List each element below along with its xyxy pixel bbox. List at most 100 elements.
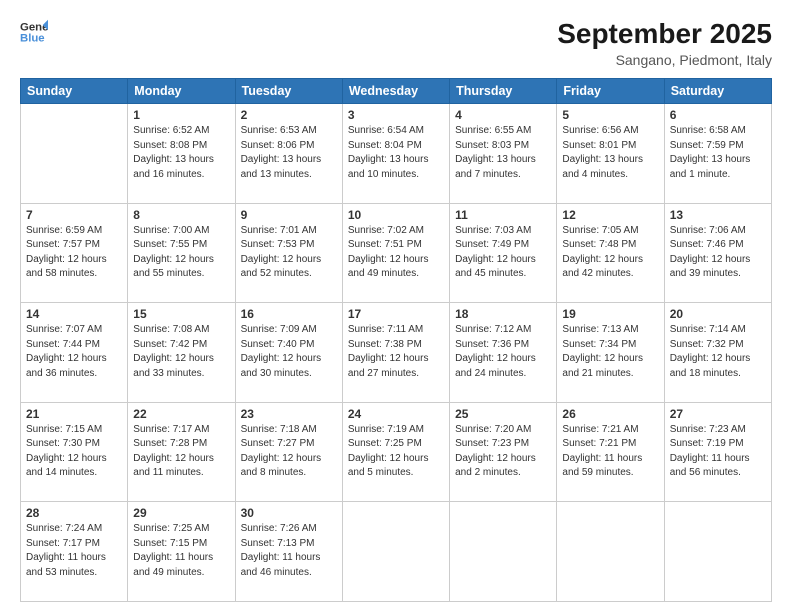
day-number: 4 xyxy=(455,108,551,122)
day-number: 28 xyxy=(26,506,122,520)
daylight-hours: Sunrise: 6:55 AM Sunset: 8:03 PM Dayligh… xyxy=(455,124,551,182)
table-row: 13 Sunrise: 7:06 AM Sunset: 7:46 PM Dayli… xyxy=(664,203,771,303)
page: General Blue September 2025 Sangano, Pie… xyxy=(0,0,792,612)
table-row: 1 Sunrise: 6:52 AM Sunset: 8:08 PM Daylig… xyxy=(128,104,235,204)
title-block: September 2025 Sangano, Piedmont, Italy xyxy=(557,18,772,68)
table-row xyxy=(557,502,664,602)
table-row xyxy=(342,502,449,602)
table-row: 11 Sunrise: 7:03 AM Sunset: 7:49 PM Dayli… xyxy=(450,203,557,303)
daylight-hours: Sunrise: 6:52 AM Sunset: 8:08 PM Dayligh… xyxy=(133,124,229,182)
table-row: 2 Sunrise: 6:53 AM Sunset: 8:06 PM Daylig… xyxy=(235,104,342,204)
table-row: 20 Sunrise: 7:14 AM Sunset: 7:32 PM Dayli… xyxy=(664,303,771,403)
table-row: 21 Sunrise: 7:15 AM Sunset: 7:30 PM Dayli… xyxy=(21,402,128,502)
table-row: 15 Sunrise: 7:08 AM Sunset: 7:42 PM Dayli… xyxy=(128,303,235,403)
table-row: 30 Sunrise: 7:26 AM Sunset: 7:13 PM Dayli… xyxy=(235,502,342,602)
table-row: 5 Sunrise: 6:56 AM Sunset: 8:01 PM Daylig… xyxy=(557,104,664,204)
day-number: 3 xyxy=(348,108,444,122)
day-number: 26 xyxy=(562,407,658,421)
table-row: 10Sunrise: 7:02 AM Sunset: 7:51 PM Dayli… xyxy=(342,203,449,303)
table-row: 17Sunrise: 7:11 AM Sunset: 7:38 PM Dayli… xyxy=(342,303,449,403)
main-title: September 2025 xyxy=(557,18,772,50)
day-number: 24 xyxy=(348,407,444,421)
day-number: 13 xyxy=(670,208,766,222)
calendar-week-row: 21 Sunrise: 7:15 AM Sunset: 7:30 PM Dayli… xyxy=(21,402,772,502)
table-row: 18 Sunrise: 7:12 AM Sunset: 7:36 PM Dayli… xyxy=(450,303,557,403)
daylight-hours: Sunrise: 7:20 AM Sunset: 7:23 PM Dayligh… xyxy=(455,423,551,481)
daylight-hours: Sunrise: 7:01 AM Sunset: 7:53 PM Dayligh… xyxy=(241,224,337,282)
daylight-hours: Sunrise: 7:00 AM Sunset: 7:55 PM Dayligh… xyxy=(133,224,229,282)
day-number: 10 xyxy=(348,208,444,222)
table-row: 12 Sunrise: 7:05 AM Sunset: 7:48 PM Dayli… xyxy=(557,203,664,303)
table-row: 16Sunrise: 7:09 AM Sunset: 7:40 PM Dayli… xyxy=(235,303,342,403)
day-number: 7 xyxy=(26,208,122,222)
table-row: 27Sunrise: 7:23 AM Sunset: 7:19 PM Dayli… xyxy=(664,402,771,502)
table-row: 19Sunrise: 7:13 AM Sunset: 7:34 PM Dayli… xyxy=(557,303,664,403)
day-number: 22 xyxy=(133,407,229,421)
table-row: 24 Sunrise: 7:19 AM Sunset: 7:25 PM Dayli… xyxy=(342,402,449,502)
calendar-week-row: 7 Sunrise: 6:59 AM Sunset: 7:57 PM Daylig… xyxy=(21,203,772,303)
day-number: 30 xyxy=(241,506,337,520)
daylight-hours: Sunrise: 7:03 AM Sunset: 7:49 PM Dayligh… xyxy=(455,224,551,282)
col-monday: Monday xyxy=(128,79,235,104)
day-number: 11 xyxy=(455,208,551,222)
day-number: 25 xyxy=(455,407,551,421)
table-row: 8 Sunrise: 7:00 AM Sunset: 7:55 PM Daylig… xyxy=(128,203,235,303)
day-number: 15 xyxy=(133,307,229,321)
table-row: 14Sunrise: 7:07 AM Sunset: 7:44 PM Dayli… xyxy=(21,303,128,403)
day-number: 23 xyxy=(241,407,337,421)
svg-text:General: General xyxy=(20,21,48,33)
table-row: 9Sunrise: 7:01 AM Sunset: 7:53 PM Daylig… xyxy=(235,203,342,303)
daylight-hours: Sunrise: 6:56 AM Sunset: 8:01 PM Dayligh… xyxy=(562,124,658,182)
daylight-hours: Sunrise: 7:19 AM Sunset: 7:25 PM Dayligh… xyxy=(348,423,444,481)
table-row: 26Sunrise: 7:21 AM Sunset: 7:21 PM Dayli… xyxy=(557,402,664,502)
calendar-week-row: 14Sunrise: 7:07 AM Sunset: 7:44 PM Dayli… xyxy=(21,303,772,403)
calendar-week-row: 1 Sunrise: 6:52 AM Sunset: 8:08 PM Daylig… xyxy=(21,104,772,204)
daylight-hours: Sunrise: 7:05 AM Sunset: 7:48 PM Dayligh… xyxy=(562,224,658,282)
calendar-header-row: Sunday Monday Tuesday Wednesday Thursday… xyxy=(21,79,772,104)
daylight-hours: Sunrise: 6:58 AM Sunset: 7:59 PM Dayligh… xyxy=(670,124,766,182)
daylight-hours: Sunrise: 7:14 AM Sunset: 7:32 PM Dayligh… xyxy=(670,323,766,381)
day-number: 12 xyxy=(562,208,658,222)
daylight-hours: Sunrise: 6:59 AM Sunset: 7:57 PM Dayligh… xyxy=(26,224,122,282)
daylight-hours: Sunrise: 7:12 AM Sunset: 7:36 PM Dayligh… xyxy=(455,323,551,381)
daylight-hours: Sunrise: 7:23 AM Sunset: 7:19 PM Dayligh… xyxy=(670,423,766,481)
table-row: 4 Sunrise: 6:55 AM Sunset: 8:03 PM Daylig… xyxy=(450,104,557,204)
table-row: 6 Sunrise: 6:58 AM Sunset: 7:59 PM Daylig… xyxy=(664,104,771,204)
day-number: 21 xyxy=(26,407,122,421)
col-saturday: Saturday xyxy=(664,79,771,104)
logo: General Blue xyxy=(20,18,48,46)
day-number: 20 xyxy=(670,307,766,321)
daylight-hours: Sunrise: 6:53 AM Sunset: 8:06 PM Dayligh… xyxy=(241,124,337,182)
daylight-hours: Sunrise: 7:26 AM Sunset: 7:13 PM Dayligh… xyxy=(241,522,337,580)
daylight-hours: Sunrise: 7:17 AM Sunset: 7:28 PM Dayligh… xyxy=(133,423,229,481)
svg-text:Blue: Blue xyxy=(20,33,45,45)
day-number: 8 xyxy=(133,208,229,222)
col-sunday: Sunday xyxy=(21,79,128,104)
daylight-hours: Sunrise: 7:06 AM Sunset: 7:46 PM Dayligh… xyxy=(670,224,766,282)
table-row: 3Sunrise: 6:54 AM Sunset: 8:04 PM Daylig… xyxy=(342,104,449,204)
table-row: 25 Sunrise: 7:20 AM Sunset: 7:23 PM Dayli… xyxy=(450,402,557,502)
col-friday: Friday xyxy=(557,79,664,104)
day-number: 2 xyxy=(241,108,337,122)
calendar-table: Sunday Monday Tuesday Wednesday Thursday… xyxy=(20,78,772,602)
logo-icon: General Blue xyxy=(20,18,48,46)
table-row: 29Sunrise: 7:25 AM Sunset: 7:15 PM Dayli… xyxy=(128,502,235,602)
calendar-week-row: 28Sunrise: 7:24 AM Sunset: 7:17 PM Dayli… xyxy=(21,502,772,602)
daylight-hours: Sunrise: 7:11 AM Sunset: 7:38 PM Dayligh… xyxy=(348,323,444,381)
col-tuesday: Tuesday xyxy=(235,79,342,104)
day-number: 18 xyxy=(455,307,551,321)
table-row xyxy=(21,104,128,204)
table-row: 23 Sunrise: 7:18 AM Sunset: 7:27 PM Dayli… xyxy=(235,402,342,502)
table-row xyxy=(664,502,771,602)
table-row: 7 Sunrise: 6:59 AM Sunset: 7:57 PM Daylig… xyxy=(21,203,128,303)
daylight-hours: Sunrise: 7:15 AM Sunset: 7:30 PM Dayligh… xyxy=(26,423,122,481)
day-number: 5 xyxy=(562,108,658,122)
day-number: 1 xyxy=(133,108,229,122)
col-thursday: Thursday xyxy=(450,79,557,104)
day-number: 6 xyxy=(670,108,766,122)
day-number: 19 xyxy=(562,307,658,321)
daylight-hours: Sunrise: 7:18 AM Sunset: 7:27 PM Dayligh… xyxy=(241,423,337,481)
table-row: 22 Sunrise: 7:17 AM Sunset: 7:28 PM Dayli… xyxy=(128,402,235,502)
day-number: 16 xyxy=(241,307,337,321)
daylight-hours: Sunrise: 7:08 AM Sunset: 7:42 PM Dayligh… xyxy=(133,323,229,381)
